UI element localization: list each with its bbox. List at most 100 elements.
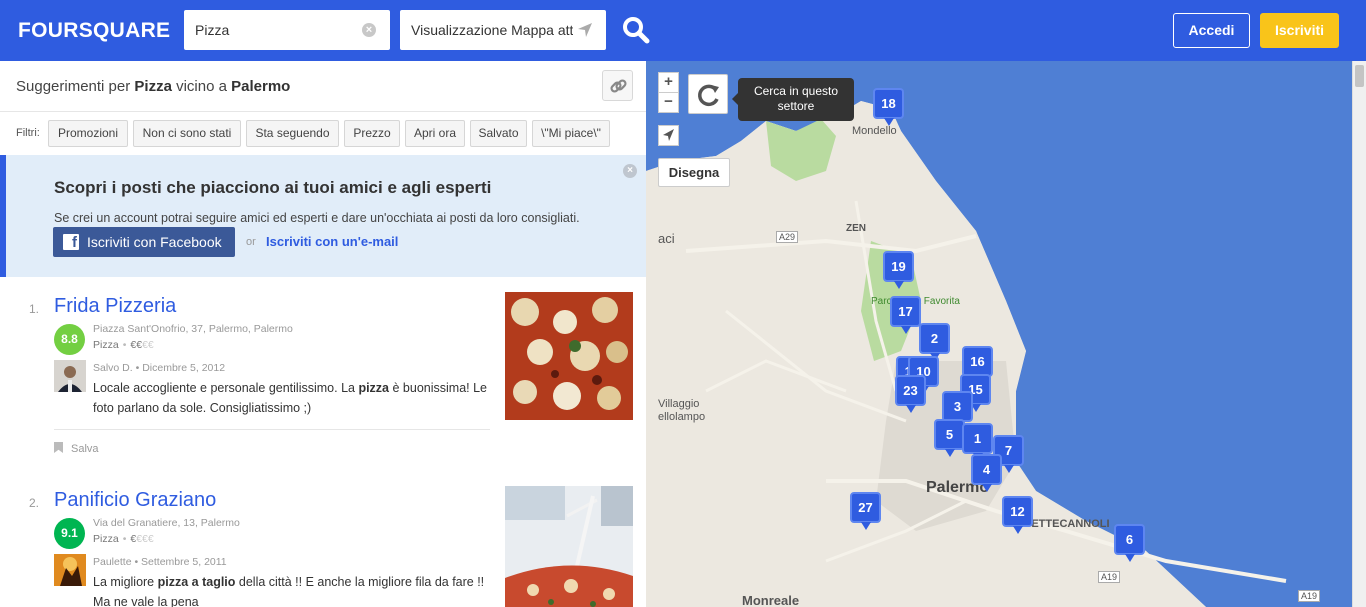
signup-promo: × Scopri i posti che piacciono ai tuoi a… (0, 155, 646, 277)
map-label-villaggio: Villaggio (658, 398, 700, 410)
save-label: Salva (71, 443, 99, 455)
filters-label: Filtri: (16, 127, 40, 139)
venue-name-link[interactable]: Frida Pizzeria (54, 295, 176, 318)
filter-mi-piace[interactable]: \"Mi piace\" (532, 120, 610, 147)
venue-category-label: Pizza (93, 533, 119, 545)
filters-bar: Filtri: Promozioni Non ci sono stati Sta… (0, 111, 646, 155)
tip-text: La migliore pizza a taglio della città !… (93, 572, 493, 607)
suggest-mid: vicino a (171, 78, 232, 95)
venue-category-label: Pizza (93, 339, 119, 351)
map-pin[interactable]: 27 (850, 492, 881, 530)
search-area-tooltip: Cerca in questo settore (732, 78, 854, 121)
clear-icon[interactable]: × (362, 23, 376, 37)
venue-photo[interactable] (505, 486, 633, 607)
refresh-search-button[interactable] (688, 74, 728, 114)
bookmark-icon (54, 442, 63, 453)
map-label-mondello: Mondello (852, 125, 897, 137)
map-label-zen: ZEN (846, 223, 866, 234)
or-separator: or (246, 236, 256, 248)
location-arrow-icon[interactable] (576, 21, 594, 39)
venue-price-inactive: €€€ (136, 533, 154, 545)
map-label-a29: A29 (776, 231, 799, 243)
facebook-signup-button[interactable]: f Iscriviti con Facebook (53, 227, 235, 257)
venue-rank: 1. (29, 302, 40, 316)
filter-salvato[interactable]: Salvato (470, 120, 527, 147)
save-button[interactable]: Salva (54, 442, 99, 455)
map-label-bellolampo: ellolampo (658, 411, 706, 423)
map-pin[interactable]: 5 (934, 419, 965, 457)
venue-item: 2. Panificio Graziano 9.1 Via del Granat… (0, 486, 646, 607)
zoom-out-button[interactable]: − (658, 92, 679, 113)
map-view[interactable]: Mondello ZEN A29 Parco della Favorita ac… (646, 61, 1352, 607)
tip-meta: Paulette • Settembre 5, 2011 (93, 556, 227, 568)
map-pin[interactable]: 18 (873, 88, 904, 126)
search-input[interactable]: Pizza × (184, 10, 390, 50)
location-input-value[interactable]: Visualizzazione Mappa attu (411, 22, 573, 38)
divider (54, 429, 490, 430)
map-label-monreale: Monreale (742, 593, 800, 607)
tip-keyword: pizza (358, 381, 390, 395)
venue-category: Pizza • €€€€ (93, 339, 154, 351)
promo-title: Scopri i posti che piacciono ai tuoi ami… (54, 178, 492, 197)
foursquare-logo[interactable]: FOURSQUARE (18, 19, 170, 43)
suggest-place: Palermo (231, 78, 291, 95)
tip-keyword: pizza a taglio (157, 575, 236, 589)
scrollbar-thumb[interactable] (1355, 65, 1364, 87)
promo-description: Se crei un account potrai seguire amici … (54, 211, 580, 225)
map-canvas[interactable] (646, 61, 1352, 607)
locate-button[interactable] (658, 125, 679, 146)
venue-name-link[interactable]: Panificio Graziano (54, 489, 216, 512)
map-pin[interactable]: 3 (942, 391, 973, 429)
avatar[interactable] (54, 360, 86, 392)
filter-non-ci-sono-stati[interactable]: Non ci sono stati (133, 120, 241, 147)
venue-price-inactive: €€ (142, 339, 154, 351)
location-input[interactable]: Visualizzazione Mappa attu (400, 10, 606, 50)
avatar[interactable] (54, 554, 86, 586)
map-pin[interactable]: 12 (1002, 496, 1033, 534)
map-label-aci: aci (658, 231, 675, 246)
filter-sta-seguendo[interactable]: Sta seguendo (246, 120, 339, 147)
map-pin[interactable]: 1 (962, 423, 993, 461)
map-pin[interactable]: 23 (895, 375, 926, 413)
tip-meta: Salvo D. • Dicembre 5, 2012 (93, 362, 226, 374)
filter-apri-ora[interactable]: Apri ora (405, 120, 465, 147)
filter-prezzo[interactable]: Prezzo (344, 120, 400, 147)
refresh-icon (698, 84, 719, 107)
map-pin[interactable]: 6 (1114, 524, 1145, 562)
map-pin[interactable]: 19 (883, 251, 914, 289)
zoom-in-button[interactable]: + (658, 72, 679, 93)
tip-text: Locale accogliente e personale gentiliss… (93, 378, 493, 418)
top-bar: FOURSQUARE Pizza × Visualizzazione Mappa… (0, 0, 1366, 61)
signup-button[interactable]: Iscriviti (1260, 13, 1339, 48)
venue-score-badge: 9.1 (54, 518, 85, 549)
share-link-button[interactable] (602, 70, 633, 101)
map-pin[interactable]: 17 (890, 296, 921, 334)
facebook-signup-label: Iscriviti con Facebook (87, 234, 222, 250)
tip-text-part: La migliore (93, 575, 158, 589)
login-button[interactable]: Accedi (1173, 13, 1250, 48)
search-icon[interactable] (620, 14, 652, 46)
scrollbar[interactable] (1352, 61, 1366, 607)
filter-promozioni[interactable]: Promozioni (48, 120, 128, 147)
close-icon[interactable]: × (623, 164, 637, 178)
location-arrow-icon (663, 129, 674, 141)
map-pin[interactable]: 4 (971, 454, 1002, 492)
map-pin[interactable]: 16 (962, 346, 993, 384)
search-input-value[interactable]: Pizza (195, 22, 229, 38)
email-signup-link[interactable]: Iscriviti con un'e-mail (266, 234, 398, 249)
venue-photo[interactable] (505, 292, 633, 420)
venue-item: 1. Frida Pizzeria 8.8 Piazza Sant'Onofri… (0, 292, 646, 462)
link-icon (610, 79, 627, 93)
map-label-settecannoli: SETTECANNOLI (1024, 518, 1110, 530)
results-panel: Suggerimenti per Pizza vicino a Palermo … (0, 61, 646, 607)
facebook-icon: f (63, 234, 79, 251)
venue-score-badge: 8.8 (54, 324, 85, 355)
tip-text-part: Locale accogliente e personale gentiliss… (93, 381, 359, 395)
map-label-a19-east: A19 (1298, 590, 1321, 602)
map-pin[interactable]: 2 (919, 323, 950, 361)
suggest-query: Pizza (134, 78, 172, 95)
venue-address: Via del Granatiere, 13, Palermo (93, 517, 240, 529)
venue-address: Piazza Sant'Onofrio, 37, Palermo, Palerm… (93, 323, 293, 335)
venue-rank: 2. (29, 496, 40, 510)
draw-button[interactable]: Disegna (658, 158, 730, 187)
